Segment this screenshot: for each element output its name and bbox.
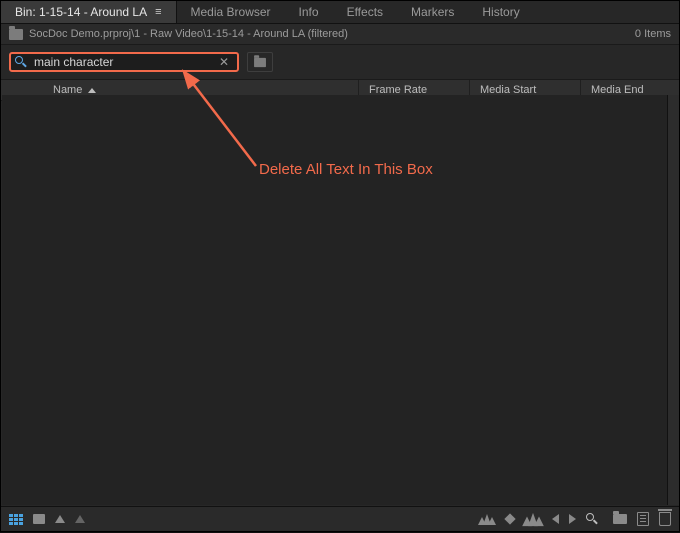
chevron-right-icon [569,514,576,524]
clear-search-icon[interactable]: ✕ [217,55,231,69]
new-item-icon [637,512,649,526]
bin-panel-window: Bin: 1-15-14 - Around LA ≡ Media Browser… [0,0,680,532]
folder-icon [254,57,266,66]
item-count: 0 Items [635,28,671,40]
thumbnails-large-icon [522,512,544,525]
clip-list-area[interactable] [2,95,667,505]
tab-markers[interactable]: Markers [397,1,468,23]
tab-effects[interactable]: Effects [333,1,397,23]
search-icon [586,513,598,525]
find-button[interactable] [586,513,603,525]
triangle-up-icon [75,515,85,523]
next-button[interactable] [569,514,576,524]
tab-label: Media Browser [191,5,271,19]
panel-tab-bar: Bin: 1-15-14 - Around LA ≡ Media Browser… [1,1,679,24]
new-bin-from-search-button[interactable] [247,52,273,72]
tab-label: Effects [347,5,383,19]
tab-label: Info [299,5,319,19]
folder-icon [9,29,23,40]
new-item-button[interactable] [637,512,649,526]
list-view-icon [9,514,23,525]
navigate-up-button[interactable] [75,515,85,523]
chevron-left-icon [552,514,559,524]
prev-button[interactable] [552,514,559,524]
freeform-view-button[interactable] [55,515,65,523]
sort-ascending-icon [88,88,96,93]
list-view-button[interactable] [9,514,23,525]
tab-label: History [482,5,519,19]
tab-history[interactable]: History [468,1,533,23]
search-box[interactable]: ✕ [9,52,239,72]
panel-footer [1,506,679,531]
tab-info[interactable]: Info [285,1,333,23]
icon-view-icon [33,514,45,524]
zoom-out-button[interactable] [478,514,496,525]
breadcrumb-text[interactable]: SocDoc Demo.prproj\1 - Raw Video\1-15-14… [29,28,348,40]
panel-menu-icon[interactable]: ≡ [155,6,161,18]
breadcrumb-row: SocDoc Demo.prproj\1 - Raw Video\1-15-14… [1,24,679,45]
new-bin-button[interactable] [613,514,627,524]
delete-button[interactable] [659,512,671,526]
tab-bin-active[interactable]: Bin: 1-15-14 - Around LA ≡ [1,1,177,23]
trash-icon [659,512,671,526]
search-row: ✕ [1,45,679,79]
zoom-in-button[interactable] [524,514,542,525]
search-input[interactable] [32,54,217,70]
tab-label: Markers [411,5,454,19]
zoom-slider[interactable] [506,515,514,523]
slider-handle-icon [504,513,515,524]
search-icon [15,56,27,68]
thumbnails-small-icon [478,514,496,525]
triangle-up-icon [55,515,65,523]
icon-view-button[interactable] [33,514,45,524]
folder-icon [613,514,627,524]
vertical-scrollbar[interactable] [667,95,679,505]
tab-label: Bin: 1-15-14 - Around LA [15,5,147,19]
tab-media-browser[interactable]: Media Browser [177,1,285,23]
